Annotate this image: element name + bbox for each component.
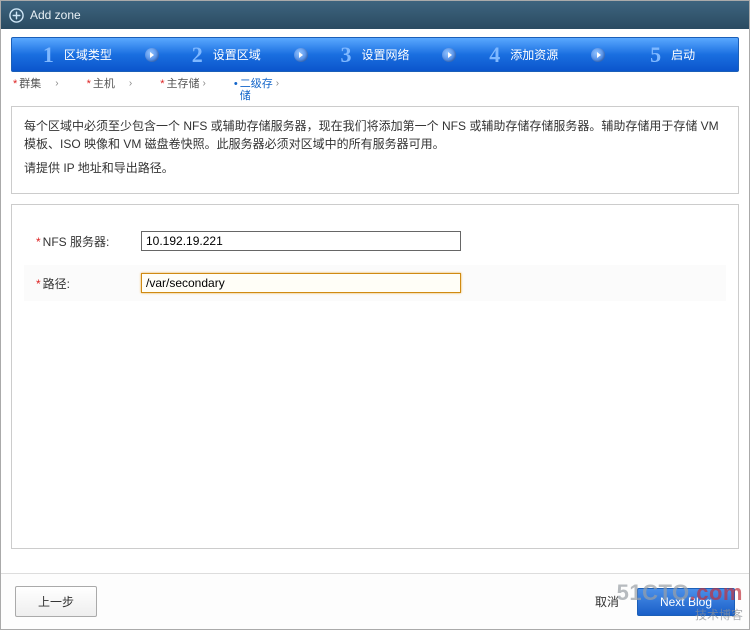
required-marker-icon: * xyxy=(87,78,91,90)
chevron-right-icon xyxy=(591,48,605,62)
chevron-right-icon: › xyxy=(276,78,279,89)
nfs-server-label: *NFS 服务器: xyxy=(36,233,141,250)
sub-step-secondary-storage[interactable]: • 二级存储 › xyxy=(234,78,279,102)
chevron-right-icon xyxy=(145,48,159,62)
step-add-resource[interactable]: 4 添加资源 xyxy=(458,38,589,71)
chevron-right-icon: › xyxy=(55,78,58,89)
chevron-right-icon: › xyxy=(129,78,132,89)
description-text-2: 请提供 IP 地址和导出路径。 xyxy=(24,159,726,177)
form-panel: *NFS 服务器: *路径: xyxy=(11,204,739,549)
next-button[interactable]: Next Blog xyxy=(637,588,735,616)
step-separator xyxy=(589,38,607,71)
required-marker-icon: * xyxy=(160,78,164,90)
required-marker-icon: * xyxy=(36,235,41,249)
sub-step-cluster[interactable]: * 群集 › xyxy=(13,78,59,102)
step-setup-network[interactable]: 3 设置网络 xyxy=(310,38,441,71)
sub-steps-nav: * 群集 › * 主机 › * 主存储 › • 二级存储 › xyxy=(13,78,737,102)
dialog-title: Add zone xyxy=(30,8,81,22)
step-separator xyxy=(440,38,458,71)
dialog-title-bar: Add zone xyxy=(1,1,749,29)
sub-step-primary-storage[interactable]: * 主存储 › xyxy=(160,78,206,102)
sub-step-host[interactable]: * 主机 › xyxy=(87,78,133,102)
step-separator xyxy=(292,38,310,71)
step-separator xyxy=(143,38,161,71)
step-setup-zone[interactable]: 2 设置区域 xyxy=(161,38,292,71)
step-zone-type[interactable]: 1 区域类型 xyxy=(12,38,143,71)
required-marker-icon: * xyxy=(13,78,17,90)
required-marker-icon: * xyxy=(36,277,41,291)
form-row-path: *路径: xyxy=(24,265,726,301)
cancel-link[interactable]: 取消 xyxy=(595,593,619,610)
dialog-footer: 上一步 取消 Next Blog xyxy=(1,573,749,629)
path-input[interactable] xyxy=(141,273,461,293)
chevron-right-icon xyxy=(294,48,308,62)
nfs-server-input[interactable] xyxy=(141,231,461,251)
chevron-right-icon: › xyxy=(203,78,206,89)
form-row-nfs-server: *NFS 服务器: xyxy=(24,223,726,259)
wizard-steps: 1 区域类型 2 设置区域 3 设置网络 4 添加资源 5 启动 xyxy=(11,37,739,72)
add-zone-dialog: Add zone 1 区域类型 2 设置区域 3 设置网络 4 添加资源 5 启… xyxy=(0,0,750,630)
footer-right-group: 取消 Next Blog xyxy=(595,588,735,616)
chevron-right-icon xyxy=(442,48,456,62)
plus-circle-icon xyxy=(9,8,24,23)
description-text-1: 每个区域中必须至少包含一个 NFS 或辅助存储服务器，现在我们将添加第一个 NF… xyxy=(24,117,726,153)
description-panel: 每个区域中必须至少包含一个 NFS 或辅助存储服务器，现在我们将添加第一个 NF… xyxy=(11,106,739,194)
path-label: *路径: xyxy=(36,275,141,292)
bullet-icon: • xyxy=(234,78,238,90)
step-launch[interactable]: 5 启动 xyxy=(607,38,738,71)
previous-button[interactable]: 上一步 xyxy=(15,586,97,617)
